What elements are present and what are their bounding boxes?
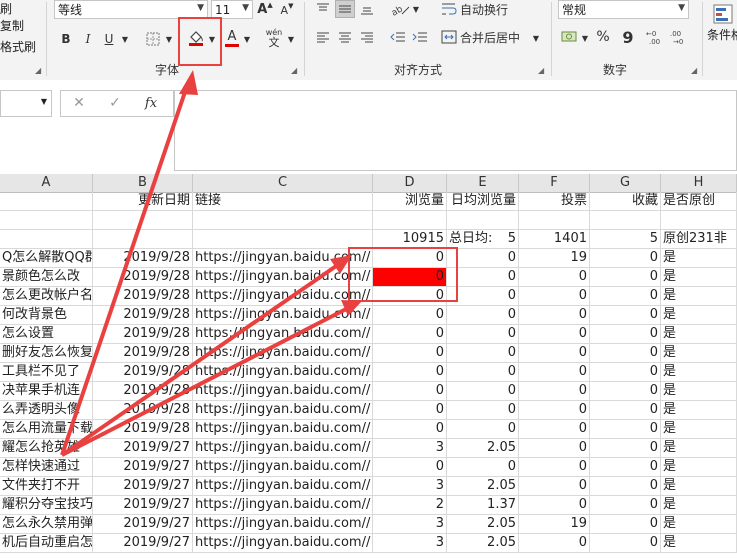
annotation-arrows (60, 70, 362, 457)
arrow-head (179, 70, 198, 95)
arrow-head (330, 255, 352, 274)
arrow-line (60, 260, 344, 457)
